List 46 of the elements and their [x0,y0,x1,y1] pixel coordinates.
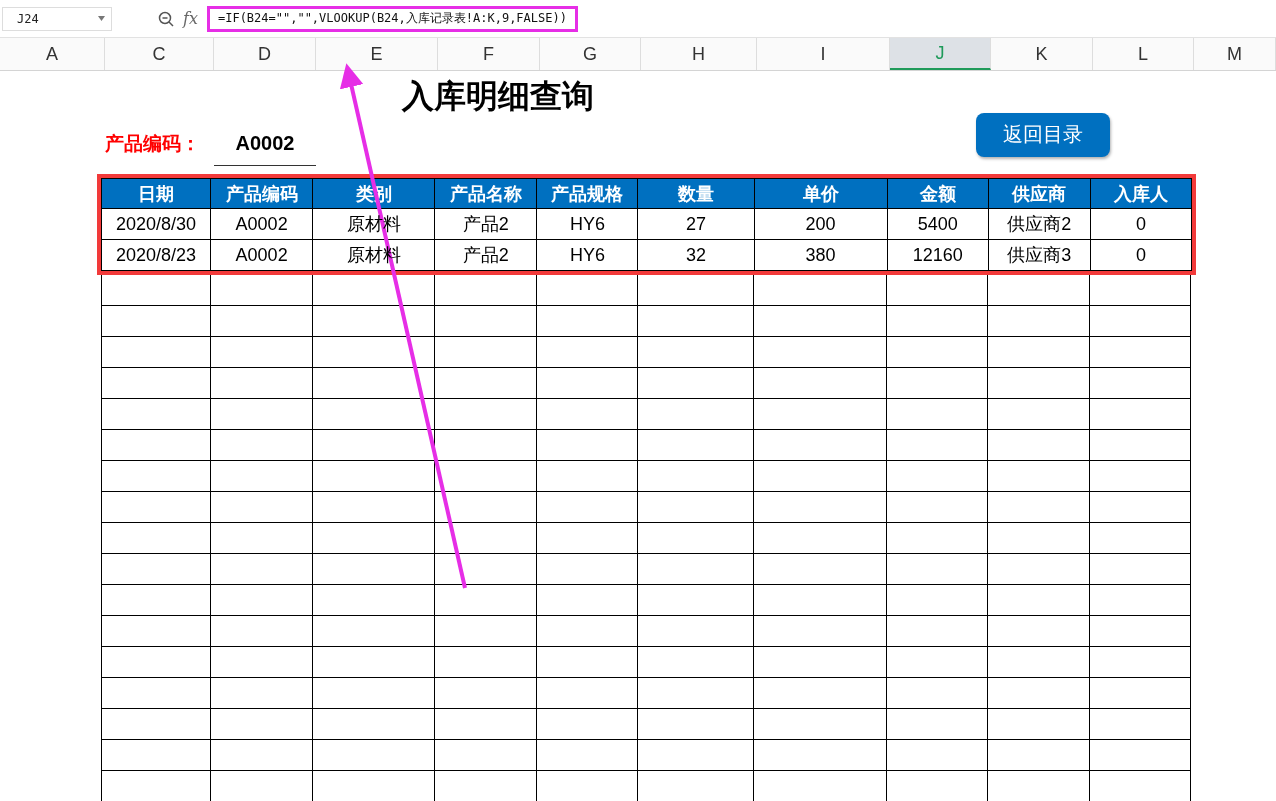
table-header-cell: 单价 [754,178,888,209]
table-header-cell: 金额 [887,178,989,209]
column-header[interactable]: K [991,38,1093,70]
table-header-cell: 产品名称 [434,178,537,209]
table-cell: 供应商2 [988,208,1091,240]
table-header-cell: 入库人 [1090,178,1192,209]
caret-icon [98,16,105,21]
fx-label[interactable]: fx [183,9,198,28]
product-code-value[interactable]: A0002 [214,121,316,166]
column-header[interactable]: G [540,38,641,70]
table-cell: HY6 [536,239,638,271]
table-header-cell: 产品编码 [210,178,313,209]
column-header[interactable]: L [1093,38,1194,70]
column-header[interactable]: E [316,38,438,70]
table-cell: 5400 [887,208,989,240]
table-cell: 产品2 [434,208,537,240]
table-cell: 0 [1090,208,1192,240]
table-cell: HY6 [536,208,638,240]
sheet-title: 入库明细查询 [400,77,595,116]
column-header[interactable]: C [105,38,214,70]
column-header[interactable]: F [438,38,540,70]
back-to-index-button[interactable]: 返回目录 [976,112,1110,157]
table-cell: 380 [754,239,888,271]
column-header[interactable]: H [641,38,757,70]
table-header-cell: 数量 [637,178,755,209]
table-cell: 2020/8/23 [101,239,211,271]
formula-field[interactable]: =IF(B24="","",VLOOKUP(B24,入库记录表!A:K,9,FALSE)) [206,5,578,32]
table-cell: 0 [1090,239,1192,271]
column-header[interactable]: M [1194,38,1276,70]
table-header-cell: 日期 [101,178,211,209]
table-cell: A0002 [210,208,313,240]
zoom-icon[interactable] [158,10,174,27]
table-cell: 200 [754,208,888,240]
table-cell: 32 [637,239,755,271]
column-header[interactable]: D [214,38,316,70]
table-header-cell: 供应商 [988,178,1091,209]
product-code-label: 产品编码： [105,131,201,156]
table-header-cell: 产品规格 [536,178,638,209]
table-cell: 产品2 [434,239,537,271]
table-cell: 12160 [887,239,989,271]
table-cell: 27 [637,208,755,240]
table-cell: 2020/8/30 [101,208,211,240]
column-header[interactable]: A [0,38,105,70]
table-cell: A0002 [210,239,313,271]
name-box[interactable]: J24 [2,6,112,31]
table-cell: 供应商3 [988,239,1091,271]
